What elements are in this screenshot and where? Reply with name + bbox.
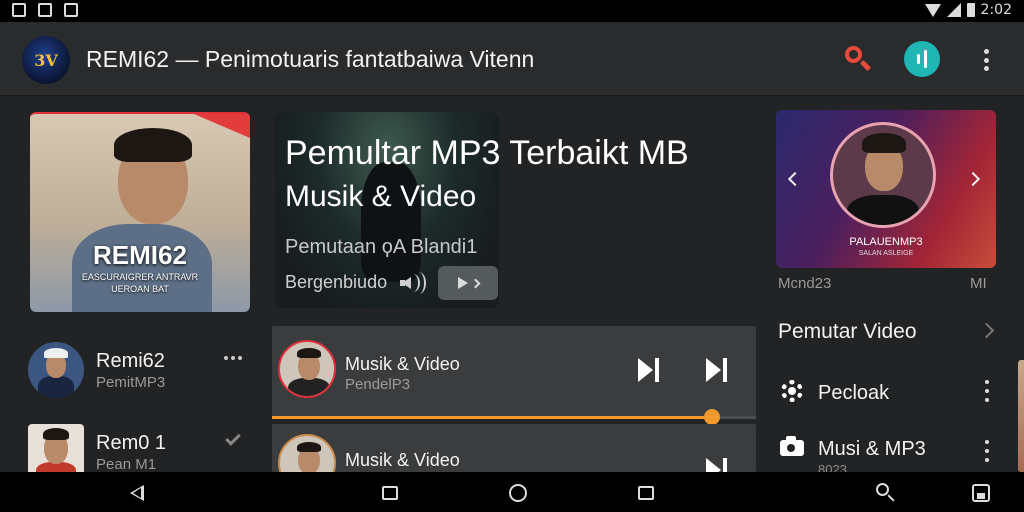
hero-subtitle: Pemutaan ϙA Blandi1: [285, 236, 478, 258]
signal-icon: [946, 3, 961, 17]
right-card[interactable]: PALAUENMP3 SALAN ASLEIGE: [776, 110, 996, 268]
track-subtitle: PendelP3: [345, 376, 411, 393]
seek-knob[interactable]: [704, 409, 721, 425]
status-time: 2:02: [980, 2, 1012, 18]
chevron-left-icon[interactable]: [787, 171, 803, 187]
app-bar: 3V REMI62 — Penimotuaris fantatbaiwa Vit…: [0, 22, 1024, 96]
chevron-right-icon[interactable]: [965, 171, 981, 187]
player-row[interactable]: Musik & Video PendelP3: [272, 326, 756, 425]
app-notification-icon: [64, 3, 78, 17]
seek-progress: [272, 416, 713, 419]
artist-portrait: [830, 122, 936, 228]
right-card-caption-2: SALAN ASLEIGE: [858, 250, 914, 257]
wifi-icon: [924, 3, 941, 17]
avatar: [28, 342, 84, 398]
status-bar: 2:02: [0, 0, 1024, 22]
featured-card[interactable]: REMI62 EASCURAIGRER ANTRAVR UEROAN BAT: [30, 112, 250, 312]
list-item-subtitle: Pean M1: [96, 456, 157, 473]
gear-icon: [781, 380, 803, 402]
track-title: Musik & Video: [345, 450, 460, 470]
status-right: 2:02: [924, 2, 1012, 18]
home-icon[interactable]: [509, 484, 527, 502]
menu-item-label: Pecloak: [818, 382, 890, 404]
more-icon[interactable]: [224, 356, 242, 360]
menu-item-settings[interactable]: Pecloak: [778, 374, 998, 414]
app-logo-text: 3V: [34, 50, 58, 70]
featured-subtitle-2: UEROAN BAT: [111, 284, 169, 294]
list-item-title: Rem0 1: [96, 432, 167, 454]
list-item-subtitle: PemitMP3: [96, 374, 166, 391]
overflow-menu-icon[interactable]: [983, 49, 989, 71]
list-item-title: Remi62: [96, 350, 165, 372]
save-icon[interactable]: [972, 484, 990, 502]
track-avatar: [278, 340, 336, 398]
square-icon[interactable]: [382, 486, 398, 500]
right-card-caption: PALAUENMP3: [849, 236, 923, 248]
hero-meta: Bergenbiudo: [285, 272, 388, 292]
check-icon[interactable]: [225, 430, 241, 446]
right-card-meta-right: MI: [970, 275, 987, 292]
search-icon[interactable]: [843, 44, 873, 74]
volume-icon[interactable]: [400, 272, 430, 294]
chevron-right-icon[interactable]: [978, 322, 995, 339]
overflow-menu-icon[interactable]: [984, 380, 990, 402]
image-notification-icon: [38, 3, 52, 17]
right-card-meta-left: Mcnd23: [778, 275, 832, 292]
camera-icon: [780, 436, 804, 456]
equalizer-button[interactable]: [904, 41, 940, 77]
list-item[interactable]: Remi62 PemitMP3: [28, 342, 248, 402]
edge-thumbnail: [1018, 360, 1024, 472]
nav-bar: [0, 472, 1024, 512]
app-title: REMI62 — Penimotuaris fantatbaiwa Vitenn: [86, 46, 535, 72]
app-logo[interactable]: 3V: [22, 36, 70, 84]
play-pause-icon[interactable]: [638, 358, 662, 382]
featured-subtitle: EASCURAIGRER ANTRAVR: [81, 272, 199, 282]
hero-title: Pemultar MP3 Terbaikt MB: [285, 134, 689, 172]
featured-title: REMI62: [93, 240, 187, 270]
battery-icon: [966, 3, 975, 17]
player-row[interactable]: Musik & Video: [272, 424, 756, 492]
section-title: Pemutar Video: [778, 320, 917, 343]
notification-icon: [12, 3, 26, 17]
overflow-menu-icon[interactable]: [984, 440, 990, 462]
play-button[interactable]: [438, 266, 498, 300]
back-icon[interactable]: [130, 485, 144, 501]
menu-item-label: Musi & MP3: [818, 438, 926, 460]
hero-title-line2: Musik & Video: [285, 180, 477, 213]
menu-item-music[interactable]: Musi & MP3 8023: [778, 430, 998, 477]
recents-icon[interactable]: [638, 486, 654, 500]
skip-next-icon[interactable]: [706, 358, 730, 382]
featured-portrait: [30, 114, 250, 312]
seek-bar[interactable]: [272, 409, 756, 425]
track-title: Musik & Video: [345, 354, 460, 374]
search-icon[interactable]: [876, 483, 896, 503]
